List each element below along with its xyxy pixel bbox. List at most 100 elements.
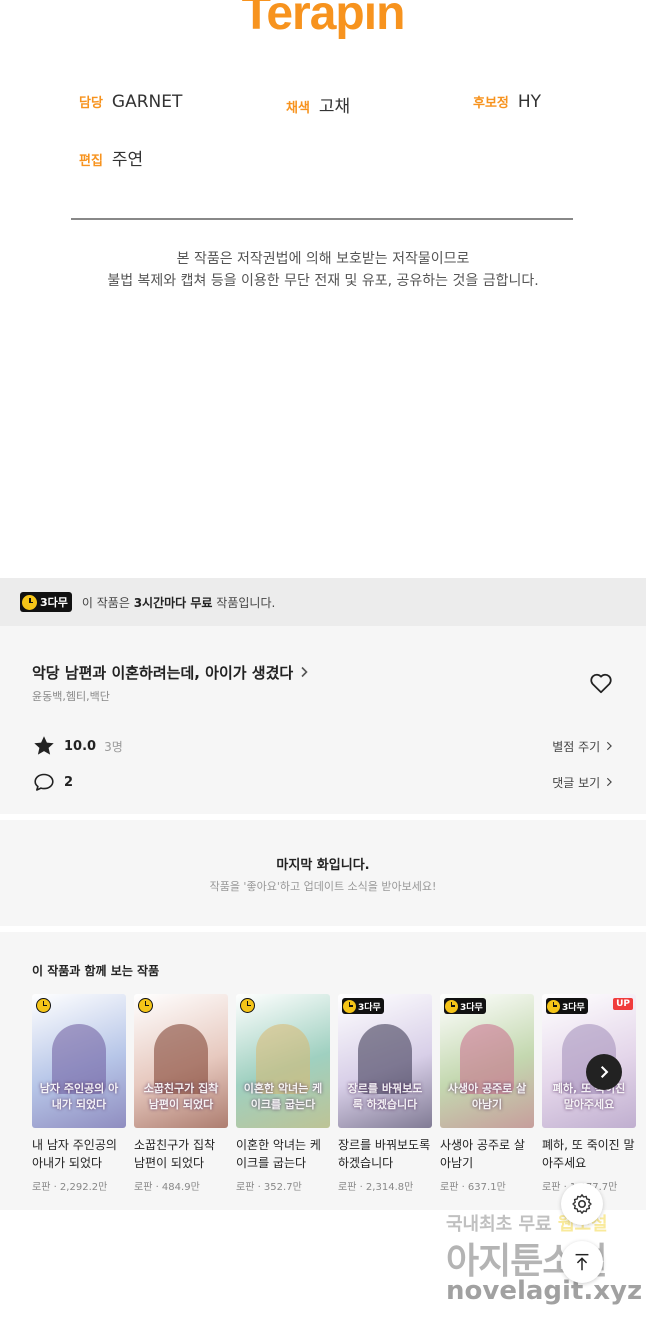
- rating-votes: 3명: [104, 739, 123, 754]
- related-work-title: 내 남자 주인공의 아내가 되었다: [32, 1138, 117, 1170]
- last-episode-notice: 마지막 화입니다. 작품을 '좋아요'하고 업데이트 소식을 받아보세요!: [0, 820, 646, 926]
- cover-image: 3다무장르를 바꿔보도록 하겠습니다: [338, 994, 432, 1128]
- cover-badges: 3다무: [342, 998, 384, 1014]
- related-work-card[interactable]: 소꿉친구가 집착남편이 되었다 소꿉친구가 집착 남편이 되었다 로판 · 484.…: [134, 994, 228, 1193]
- clock-icon: [22, 594, 37, 610]
- watermark-line: novelagit.xyz: [446, 1276, 643, 1306]
- last-episode-title: 마지막 화입니다.: [276, 858, 370, 873]
- rating-row: 10.0 3명 별점 주기: [32, 734, 614, 758]
- free-3h-badge: 3다무: [342, 998, 384, 1014]
- clock-icon: [547, 999, 560, 1013]
- credit-role: 담당: [79, 96, 103, 111]
- settings-button[interactable]: [561, 1183, 603, 1225]
- cover-image: 소꿉친구가 집착남편이 되었다: [134, 994, 228, 1128]
- free-banner-text: 이 작품은 3시간마다 무료 작품입니다.: [82, 594, 275, 611]
- cover-caption: 남자 주인공의 아내가 되었다: [39, 1082, 119, 1111]
- view-comments-button[interactable]: 댓글 보기: [552, 774, 614, 791]
- studio-logo: Terapin: [241, 0, 406, 40]
- work-info-panel: 악당 남편과 이혼하려는데, 아이가 생겼다 윤동백,헴티,백단 10.0 3명…: [0, 626, 646, 814]
- clock-icon: [240, 998, 255, 1013]
- free-3h-badge-label: 3다무: [460, 1002, 483, 1013]
- star-icon: [32, 734, 56, 758]
- copyright-line: 본 작품은 저작권법에 의해 보호받는 저작물이므로: [176, 251, 470, 267]
- related-work-card[interactable]: 남자 주인공의 아내가 되었다내 남자 주인공의 아내가 되었다로판 · 2,2…: [32, 994, 126, 1193]
- related-work-meta: 로판 · 2,314.8만: [338, 1182, 414, 1193]
- cover-badges: [138, 998, 153, 1013]
- free-3h-badge-label: 3다무: [358, 1002, 381, 1013]
- related-work-meta: 로판 · 352.7만: [236, 1182, 302, 1193]
- up-badge: UP: [613, 998, 633, 1010]
- view-comments-label: 댓글 보기: [552, 775, 601, 790]
- credit-item: 후보정 HY: [473, 92, 541, 112]
- work-title: 악당 남편과 이혼하려는데, 아이가 생겼다: [32, 664, 294, 682]
- clock-icon: [445, 999, 458, 1013]
- gear-icon: [572, 1194, 592, 1214]
- chevron-right-icon: [606, 741, 612, 750]
- cover-image: 남자 주인공의 아내가 되었다: [32, 994, 126, 1128]
- credit-name: GARNET: [111, 92, 183, 112]
- cover-caption: 폐하, 또 죽이진 말아주세요: [552, 1082, 626, 1111]
- comment-row: 2 댓글 보기: [32, 770, 614, 794]
- heart-icon[interactable]: [588, 670, 614, 696]
- rating-score: 10.0: [64, 738, 97, 754]
- credit-role: 후보정: [473, 96, 509, 111]
- clock-icon: [36, 998, 51, 1013]
- episode-credits: Terapin 담당 GARNET 채색 고채 후보정 HY 편집 주연 본 작…: [0, 0, 646, 540]
- credit-item: 편집 주연: [79, 145, 143, 170]
- related-work-card[interactable]: 3다무 장르를 바꿔보도록 하겠습니다 장르를 바꿔보도록 하겠습니다 로판 · 2,…: [338, 994, 432, 1193]
- free-banner-text-suffix: 작품입니다.: [212, 595, 276, 610]
- credit-name: HY: [517, 92, 542, 112]
- related-work-title: 사생아 공주로 살아남기: [440, 1138, 525, 1170]
- last-episode-subtitle: 작품을 '좋아요'하고 업데이트 소식을 받아보세요!: [209, 880, 437, 893]
- cover-caption: 소꿉친구가 집착남편이 되었다: [143, 1082, 219, 1111]
- cover-caption: 사생아 공주로 살아남기: [447, 1082, 527, 1111]
- free-3h-badge: 3다무: [546, 998, 588, 1014]
- clock-icon: [138, 998, 153, 1013]
- rate-button[interactable]: 별점 주기: [552, 738, 614, 755]
- related-work-card[interactable]: 이혼한 악녀는 케이크를 굽는다 이혼한 악녀는 케이크를 굽는다 로판 · 352…: [236, 994, 330, 1193]
- credit-role: 편집: [79, 154, 103, 169]
- cover-caption: 이혼한 악녀는 케이크를 굽는다: [243, 1082, 323, 1111]
- free-3h-badge-label: 3다무: [562, 1002, 585, 1013]
- cover-image: 3다무사생아 공주로 살아남기: [440, 994, 534, 1128]
- clock-icon: [343, 999, 356, 1013]
- credit-name: 고채: [318, 97, 351, 117]
- free-banner-text-prefix: 이 작품은: [81, 595, 134, 610]
- work-title-link[interactable]: 악당 남편과 이혼하려는데, 아이가 생겼다: [32, 662, 309, 683]
- comment-count: 2: [64, 774, 74, 790]
- speech-bubble-icon: [32, 770, 56, 794]
- free-3h-badge: 3다무: [20, 592, 72, 612]
- chevron-right-icon: [606, 777, 612, 786]
- scroll-top-button[interactable]: [561, 1241, 603, 1283]
- cover-caption: 장르를 바꿔보도록 하겠습니다: [347, 1082, 423, 1111]
- related-work-meta: 로판 · 637.1만: [440, 1182, 506, 1193]
- related-work-card[interactable]: 3다무 사생아 공주로 살아남기 사생아 공주로 살아남기 로판 · 637.1만: [440, 994, 534, 1193]
- chevron-right-icon: [299, 664, 309, 682]
- related-heading: 이 작품과 함께 보는 작품: [32, 964, 160, 978]
- related-work-title: 폐하, 또 죽이진 말아주세요: [542, 1138, 635, 1170]
- cover-badges: [36, 998, 51, 1013]
- cover-image: 이혼한 악녀는 케이크를 굽는다: [236, 994, 330, 1128]
- related-work-meta: 로판 · 484.9만: [134, 1182, 200, 1193]
- credit-item: 채색 고채: [286, 92, 350, 117]
- credit-item: 담당 GARNET: [79, 92, 182, 112]
- credit-name: 주연: [111, 150, 144, 170]
- related-work-card[interactable]: 3다무 UP 폐하, 또 죽이진 말아주세요 폐하, 또 죽이진 말아주세요 로판 · …: [542, 994, 636, 1193]
- work-authors: 윤동백,헴티,백단: [32, 690, 110, 703]
- copyright-notice: 본 작품은 저작권법에 의해 보호받는 저작물이므로 불법 복제와 캡쳐 등을 …: [0, 248, 646, 292]
- free-banner-text-bold: 3시간마다 무료: [133, 595, 213, 610]
- related-work-meta: 로판 · 2,292.2만: [32, 1182, 108, 1193]
- cover-badges: [240, 998, 255, 1013]
- cover-badges: 3다무: [444, 998, 486, 1014]
- cover-badges: 3다무: [546, 998, 588, 1014]
- free-3h-badge: 3다무: [444, 998, 486, 1014]
- credit-role: 채색: [286, 101, 310, 116]
- related-works-section: 이 작품과 함께 보는 작품 남자 주인공의 아내가 되었다내 남자 주인공의 …: [0, 932, 646, 1210]
- free-3h-badge-label: 3다무: [40, 596, 68, 609]
- related-work-title: 장르를 바꿔보도록 하겠습니다: [338, 1138, 431, 1170]
- rate-button-label: 별점 주기: [552, 739, 601, 754]
- copyright-line: 불법 복제와 캡쳐 등을 이용한 무단 전재 및 유포, 공유하는 것을 금합니…: [107, 273, 539, 289]
- carousel-next-button[interactable]: [586, 1054, 622, 1090]
- free-every-3h-banner: 3다무 이 작품은 3시간마다 무료 작품입니다.: [0, 578, 646, 626]
- arrow-up-icon: [575, 1253, 589, 1271]
